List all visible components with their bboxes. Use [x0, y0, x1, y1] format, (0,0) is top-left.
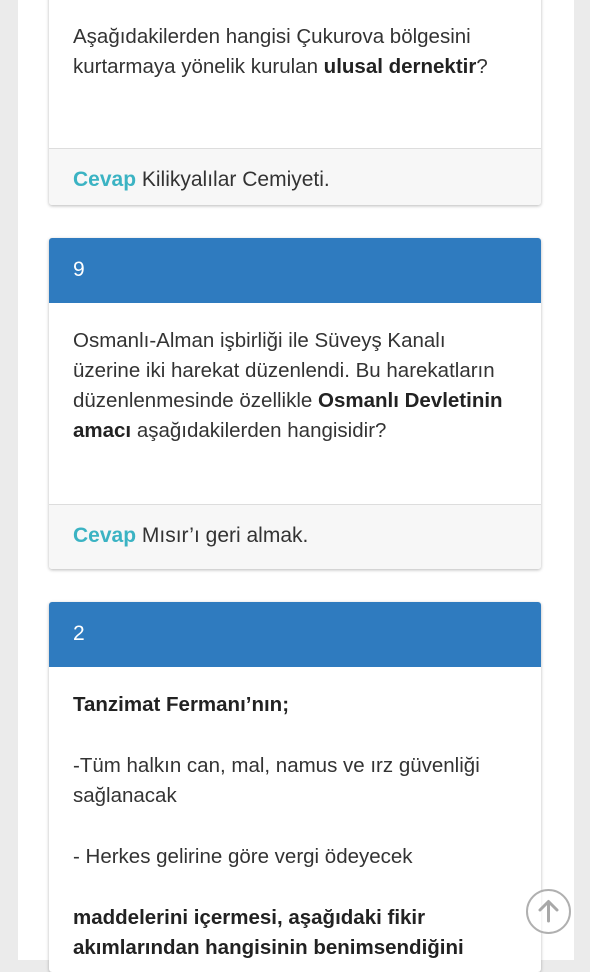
question-line: sağlanacak	[73, 784, 177, 807]
arrow-up-icon	[538, 900, 559, 923]
question-line: kurtarmaya yönelik kurulan ulusal dernek…	[73, 52, 517, 82]
question-line: Osmanlı-Alman işbirliği ile Süveyş Kanal…	[73, 329, 446, 352]
question-text: Osmanlı-Alman işbirliği ile Süveyş Kanal…	[49, 303, 541, 504]
question-item: - Herkes gelirine göre vergi ödeyecek	[73, 842, 517, 872]
question-text-segment: düzenlenmesinde özellikle	[73, 389, 319, 412]
question-text-segment: ?	[476, 55, 488, 78]
question-card: 2 Tanzimat Fermanı’nın; -Tüm halkın can,…	[49, 602, 541, 972]
answer-label: Cevap	[73, 524, 137, 547]
answer-footer: Cevap Kilikyalılar Cemiyeti.	[49, 148, 541, 205]
question-text: Aşağıdakilerden hangisi Çukurova bölgesi…	[49, 0, 541, 148]
question-line: maddelerini içermesi, aşağıdaki fikir	[73, 903, 517, 933]
question-bold-text: amacı	[73, 419, 132, 442]
question-card: 9 Osmanlı-Alman işbirliği ile Süveyş Kan…	[49, 238, 541, 569]
question-bold-text: maddelerini içermesi, aşağıdaki fikir	[73, 906, 426, 929]
question-ending: maddelerini içermesi, aşağıdaki fikir ak…	[73, 903, 517, 963]
question-number-header: 2	[49, 602, 541, 667]
question-bold-text: Tanzimat Fermanı’nın;	[73, 693, 290, 716]
question-text-segment: aşağıdakilerden hangisidir?	[131, 419, 387, 442]
question-text: Tanzimat Fermanı’nın; -Tüm halkın can, m…	[49, 667, 541, 963]
question-bold-text: ulusal dernektir	[323, 55, 477, 78]
question-line: akımlarından hangisinin benimsendiğini	[73, 933, 517, 963]
scroll-to-top-button[interactable]	[526, 889, 571, 934]
answer-text: Kilikyalılar Cemiyeti.	[141, 168, 330, 191]
question-line: -Tüm halkın can, mal, namus ve ırz güven…	[73, 754, 480, 777]
question-line: Aşağıdakilerden hangisi Çukurova bölgesi…	[73, 25, 471, 48]
question-bold-text: akımlarından hangisinin benimsendiğini	[73, 936, 464, 959]
question-text-segment: kurtarmaya yönelik kurulan	[73, 55, 324, 78]
answer-text: Mısır’ı geri almak.	[141, 524, 309, 547]
question-item: -Tüm halkın can, mal, namus ve ırz güven…	[73, 751, 517, 811]
question-title: Tanzimat Fermanı’nın;	[73, 690, 517, 720]
question-card: Aşağıdakilerden hangisi Çukurova bölgesi…	[49, 0, 541, 205]
question-line: amacı aşağıdakilerden hangisidir?	[73, 416, 517, 446]
question-bold-text: Osmanlı Devletinin	[318, 389, 503, 412]
question-line: - Herkes gelirine göre vergi ödeyecek	[73, 845, 413, 868]
answer-footer: Cevap Mısır’ı geri almak.	[49, 504, 541, 569]
question-line: düzenlenmesinde özellikle Osmanlı Devlet…	[73, 386, 517, 416]
question-line: üzerine iki harekat düzenlendi. Bu harek…	[73, 359, 495, 382]
answer-label: Cevap	[73, 168, 137, 191]
question-number-header: 9	[49, 238, 541, 303]
